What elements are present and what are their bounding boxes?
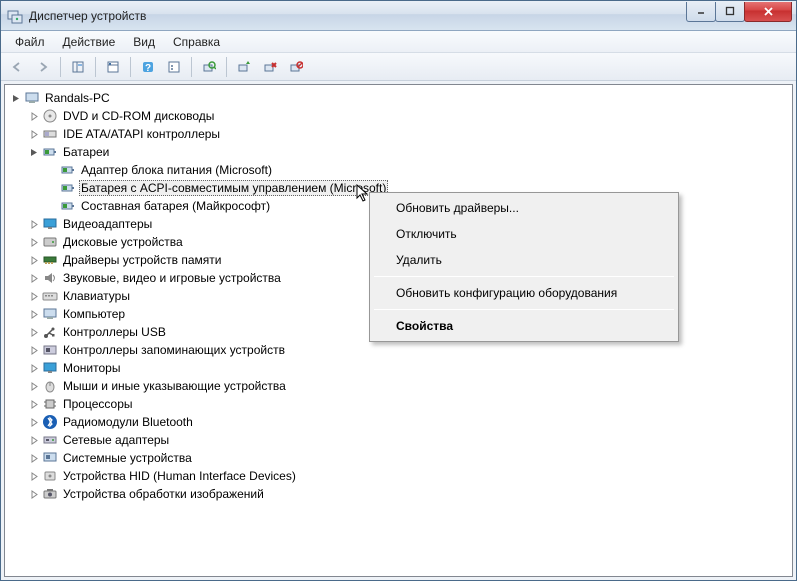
memory-icon <box>42 252 58 268</box>
tree-item-storage[interactable]: Контроллеры запоминающих устройств <box>27 341 792 359</box>
hid-icon <box>42 468 58 484</box>
expander-icon[interactable] <box>27 253 41 267</box>
usb-icon <box>42 324 58 340</box>
ctx-scan-hardware[interactable]: Обновить конфигурацию оборудования <box>372 280 676 306</box>
svg-text:?: ? <box>145 63 151 74</box>
titlebar: Диспетчер устройств <box>1 1 796 31</box>
action-button[interactable] <box>162 55 186 79</box>
close-button[interactable] <box>744 2 792 22</box>
uninstall-button[interactable] <box>258 55 282 79</box>
menu-file[interactable]: Файл <box>7 33 53 51</box>
ctx-disable[interactable]: Отключить <box>372 221 676 247</box>
window-title: Диспетчер устройств <box>29 9 687 23</box>
dvd-icon <box>42 108 58 124</box>
tree-item-ide[interactable]: IDE ATA/ATAPI контроллеры <box>27 125 792 143</box>
minimize-button[interactable] <box>686 2 716 22</box>
tree-item-bluetooth[interactable]: Радиомодули Bluetooth <box>27 413 792 431</box>
tree-item-system[interactable]: Системные устройства <box>27 449 792 467</box>
ctx-separator <box>374 276 674 277</box>
scan-hardware-button[interactable] <box>197 55 221 79</box>
expander-icon[interactable] <box>27 325 41 339</box>
tree-item-dvd[interactable]: DVD и CD-ROM дисководы <box>27 107 792 125</box>
tree-item-mice[interactable]: Мыши и иные указывающие устройства <box>27 377 792 395</box>
maximize-button[interactable] <box>715 2 745 22</box>
expander-icon[interactable] <box>9 91 23 105</box>
menubar: Файл Действие Вид Справка <box>1 31 796 53</box>
expander-icon[interactable] <box>27 415 41 429</box>
display-adapter-icon <box>42 216 58 232</box>
tree-item-monitors[interactable]: Мониторы <box>27 359 792 377</box>
tree-item-hid[interactable]: Устройства HID (Human Interface Devices) <box>27 467 792 485</box>
expander-icon[interactable] <box>27 469 41 483</box>
update-driver-button[interactable] <box>232 55 256 79</box>
context-menu: Обновить драйверы... Отключить Удалить О… <box>369 192 679 342</box>
ctx-properties[interactable]: Свойства <box>372 313 676 339</box>
expander-icon[interactable] <box>27 361 41 375</box>
disable-button[interactable] <box>284 55 308 79</box>
keyboard-icon <box>42 288 58 304</box>
sound-icon <box>42 270 58 286</box>
expander-icon[interactable] <box>27 397 41 411</box>
expander-icon[interactable] <box>27 487 41 501</box>
network-icon <box>42 432 58 448</box>
battery-icon <box>60 180 76 196</box>
ctx-delete[interactable]: Удалить <box>372 247 676 273</box>
ctx-update-drivers[interactable]: Обновить драйверы... <box>372 195 676 221</box>
disk-icon <box>42 234 58 250</box>
ide-icon <box>42 126 58 142</box>
tree-item-network[interactable]: Сетевые адаптеры <box>27 431 792 449</box>
forward-button[interactable] <box>31 55 55 79</box>
menu-action[interactable]: Действие <box>55 33 124 51</box>
toolbar: ? <box>1 53 796 81</box>
menu-help[interactable]: Справка <box>165 33 228 51</box>
expander-icon[interactable] <box>27 451 41 465</box>
battery-icon <box>60 162 76 178</box>
computer-icon <box>24 90 40 106</box>
expander-icon[interactable] <box>27 127 41 141</box>
expander-icon[interactable] <box>27 145 41 159</box>
battery-icon <box>42 144 58 160</box>
tree-root-label: Randals-PC <box>43 90 112 106</box>
expander-icon[interactable] <box>27 271 41 285</box>
menu-view[interactable]: Вид <box>125 33 163 51</box>
imaging-icon <box>42 486 58 502</box>
expander-icon[interactable] <box>27 343 41 357</box>
battery-icon <box>60 198 76 214</box>
expander-icon[interactable] <box>27 307 41 321</box>
tree-item-imaging[interactable]: Устройства обработки изображений <box>27 485 792 503</box>
properties-button[interactable] <box>101 55 125 79</box>
monitor-icon <box>42 360 58 376</box>
ctx-separator <box>374 309 674 310</box>
expander-icon[interactable] <box>27 379 41 393</box>
selected-device-label: Батарея с ACPI-совместимым управлением (… <box>79 180 388 196</box>
bluetooth-icon <box>42 414 58 430</box>
expander-icon[interactable] <box>27 433 41 447</box>
mouse-icon <box>42 378 58 394</box>
storage-controller-icon <box>42 342 58 358</box>
expander-icon[interactable] <box>27 109 41 123</box>
app-icon <box>7 8 23 24</box>
expander-icon[interactable] <box>27 217 41 231</box>
back-button[interactable] <box>5 55 29 79</box>
help-button[interactable]: ? <box>136 55 160 79</box>
cpu-icon <box>42 396 58 412</box>
tree-item-cpu[interactable]: Процессоры <box>27 395 792 413</box>
tree-root[interactable]: Randals-PC <box>9 89 792 107</box>
system-device-icon <box>42 450 58 466</box>
device-manager-window: Диспетчер устройств Файл Действие Вид Сп… <box>0 0 797 581</box>
show-hide-tree-button[interactable] <box>66 55 90 79</box>
expander-icon[interactable] <box>27 235 41 249</box>
computer-icon <box>42 306 58 322</box>
tree-item-battery-adapter[interactable]: Адаптер блока питания (Microsoft) <box>45 161 792 179</box>
expander-icon[interactable] <box>27 289 41 303</box>
tree-item-batteries[interactable]: Батареи <box>27 143 792 161</box>
